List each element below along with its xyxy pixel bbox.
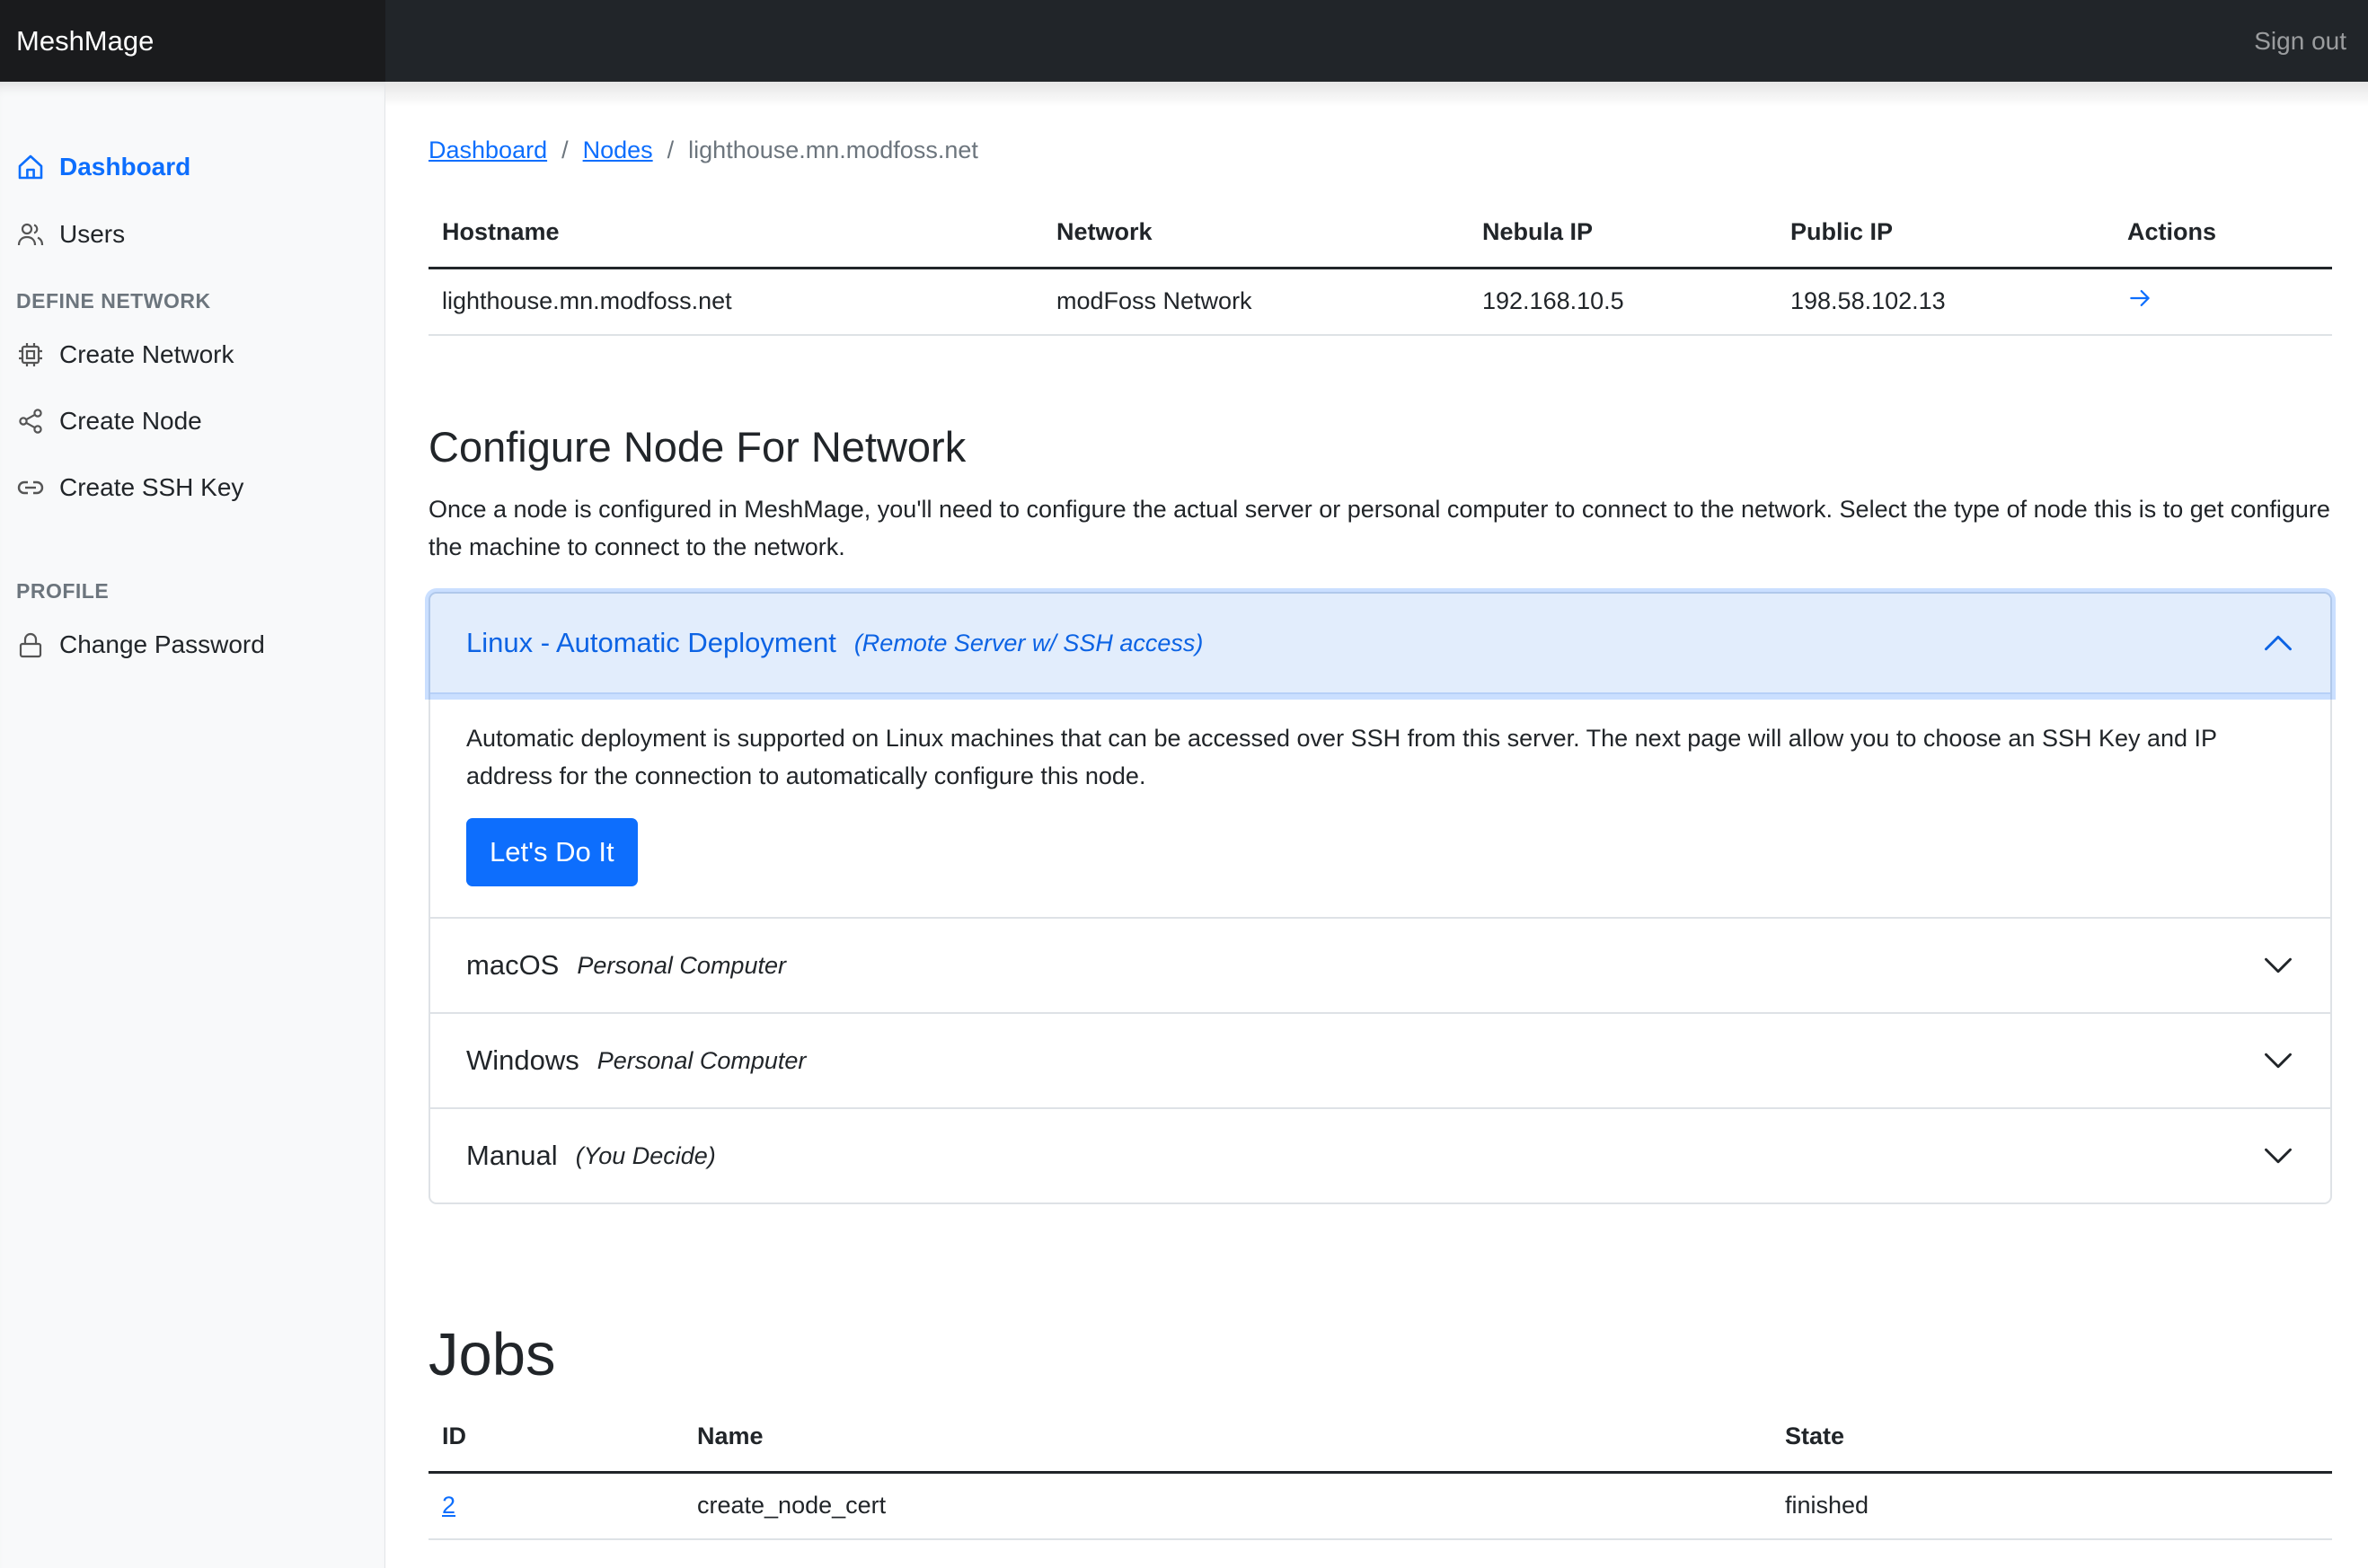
accordion-body-text: Automatic deployment is supported on Lin… bbox=[466, 725, 2217, 789]
cpu-icon bbox=[16, 340, 45, 369]
breadcrumb-current: lighthouse.mn.modfoss.net bbox=[688, 137, 978, 163]
sidebar-item-label: Create Network bbox=[59, 340, 234, 368]
table-row: 2 create_node_cert finished bbox=[429, 1472, 2332, 1540]
brand-logo[interactable]: MeshMage bbox=[0, 0, 385, 82]
accordion-title: Manual bbox=[466, 1140, 558, 1171]
sidebar-item-create-network[interactable]: Create Network bbox=[16, 332, 234, 377]
accordion-subtitle: (You Decide) bbox=[575, 1141, 716, 1169]
cell-network: modFoss Network bbox=[1043, 268, 1469, 336]
column-header-network: Network bbox=[1043, 198, 1469, 269]
job-id-link[interactable]: 2 bbox=[442, 1492, 455, 1519]
node-table: Hostname Network Nebula IP Public IP Act… bbox=[429, 198, 2332, 336]
column-header-public-ip: Public IP bbox=[1777, 198, 2114, 269]
column-header-name: Name bbox=[684, 1402, 1772, 1474]
accordion-subtitle: Personal Computer bbox=[577, 951, 786, 979]
link-icon bbox=[16, 473, 45, 502]
accordion-item-manual[interactable]: Manual (You Decide) bbox=[430, 1107, 2330, 1202]
sidebar: Dashboard Users DEFINE NETWORK Create Ne… bbox=[0, 82, 385, 1568]
chevron-down-icon bbox=[2265, 957, 2292, 973]
cell-hostname: lighthouse.mn.modfoss.net bbox=[429, 268, 1043, 336]
sidebar-item-users[interactable]: Users bbox=[16, 212, 125, 257]
breadcrumb-separator: / bbox=[667, 137, 675, 163]
accordion-subtitle: (Remote Server w/ SSH access) bbox=[853, 629, 1204, 656]
node-type-accordion: Linux - Automatic Deployment (Remote Ser… bbox=[429, 592, 2332, 1204]
arrow-right-icon[interactable] bbox=[2127, 286, 2152, 311]
share-icon bbox=[16, 407, 45, 436]
cell-public-ip: 198.58.102.13 bbox=[1777, 268, 2114, 336]
sidebar-item-create-node[interactable]: Create Node bbox=[16, 399, 202, 444]
configure-description: Once a node is configured in MeshMage, y… bbox=[429, 496, 2330, 560]
sidebar-heading-define-network: DEFINE NETWORK bbox=[16, 289, 211, 313]
sidebar-item-dashboard[interactable]: Dashboard bbox=[16, 145, 190, 189]
table-row: lighthouse.mn.modfoss.net modFoss Networ… bbox=[429, 268, 2332, 336]
cell-actions bbox=[2114, 268, 2332, 336]
cell-name: create_node_cert bbox=[684, 1472, 1772, 1540]
column-header-nebula-ip: Nebula IP bbox=[1469, 198, 1777, 269]
column-header-hostname: Hostname bbox=[429, 198, 1043, 269]
accordion-item-linux[interactable]: Linux - Automatic Deployment (Remote Ser… bbox=[430, 594, 2330, 694]
chevron-down-icon bbox=[2265, 1148, 2292, 1164]
accordion-title: Linux - Automatic Deployment bbox=[466, 627, 836, 658]
accordion-body-linux: Automatic deployment is supported on Lin… bbox=[430, 694, 2330, 917]
lock-icon bbox=[16, 630, 45, 659]
breadcrumb-dashboard[interactable]: Dashboard bbox=[429, 137, 547, 164]
jobs-title: Jobs bbox=[429, 1321, 556, 1388]
column-header-state: State bbox=[1772, 1402, 2332, 1474]
cell-state: finished bbox=[1772, 1472, 2332, 1540]
sidebar-item-label: Dashboard bbox=[59, 153, 191, 181]
breadcrumb-nodes[interactable]: Nodes bbox=[583, 137, 653, 164]
column-header-id: ID bbox=[429, 1402, 684, 1474]
people-icon bbox=[16, 220, 45, 249]
chevron-up-icon bbox=[2265, 635, 2292, 651]
cell-id: 2 bbox=[429, 1472, 684, 1540]
breadcrumb-separator: / bbox=[561, 137, 569, 163]
table-header-row: Hostname Network Nebula IP Public IP Act… bbox=[429, 198, 2332, 269]
chevron-down-icon bbox=[2265, 1053, 2292, 1069]
lets-do-it-button[interactable]: Let's Do It bbox=[466, 818, 638, 886]
sidebar-item-label: Create Node bbox=[59, 407, 202, 435]
sidebar-item-change-password[interactable]: Change Password bbox=[16, 622, 265, 667]
sidebar-item-label: Change Password bbox=[59, 630, 265, 658]
accordion-subtitle: Personal Computer bbox=[596, 1046, 807, 1074]
top-navbar: MeshMage Sign out bbox=[0, 0, 2368, 82]
house-icon bbox=[16, 153, 45, 181]
sidebar-item-create-ssh-key[interactable]: Create SSH Key bbox=[16, 465, 243, 510]
column-header-actions: Actions bbox=[2114, 198, 2332, 269]
sidebar-heading-profile: PROFILE bbox=[16, 579, 110, 603]
header-shadow bbox=[385, 82, 2368, 107]
breadcrumb: Dashboard / Nodes / lighthouse.mn.modfos… bbox=[429, 137, 978, 164]
jobs-table: ID Name State 2 create_node_cert finishe… bbox=[429, 1402, 2332, 1540]
sidebar-item-label: Create SSH Key bbox=[59, 473, 244, 501]
accordion-item-macos[interactable]: macOS Personal Computer bbox=[430, 917, 2330, 1012]
table-header-row: ID Name State bbox=[429, 1402, 2332, 1474]
accordion-item-windows[interactable]: Windows Personal Computer bbox=[430, 1012, 2330, 1107]
configure-title: Configure Node For Network bbox=[429, 423, 967, 471]
sign-out-link[interactable]: Sign out bbox=[2254, 0, 2346, 82]
accordion-title: Windows bbox=[466, 1044, 579, 1076]
cell-nebula-ip: 192.168.10.5 bbox=[1469, 268, 1777, 336]
sidebar-item-label: Users bbox=[59, 220, 126, 248]
accordion-title: macOS bbox=[466, 949, 560, 981]
